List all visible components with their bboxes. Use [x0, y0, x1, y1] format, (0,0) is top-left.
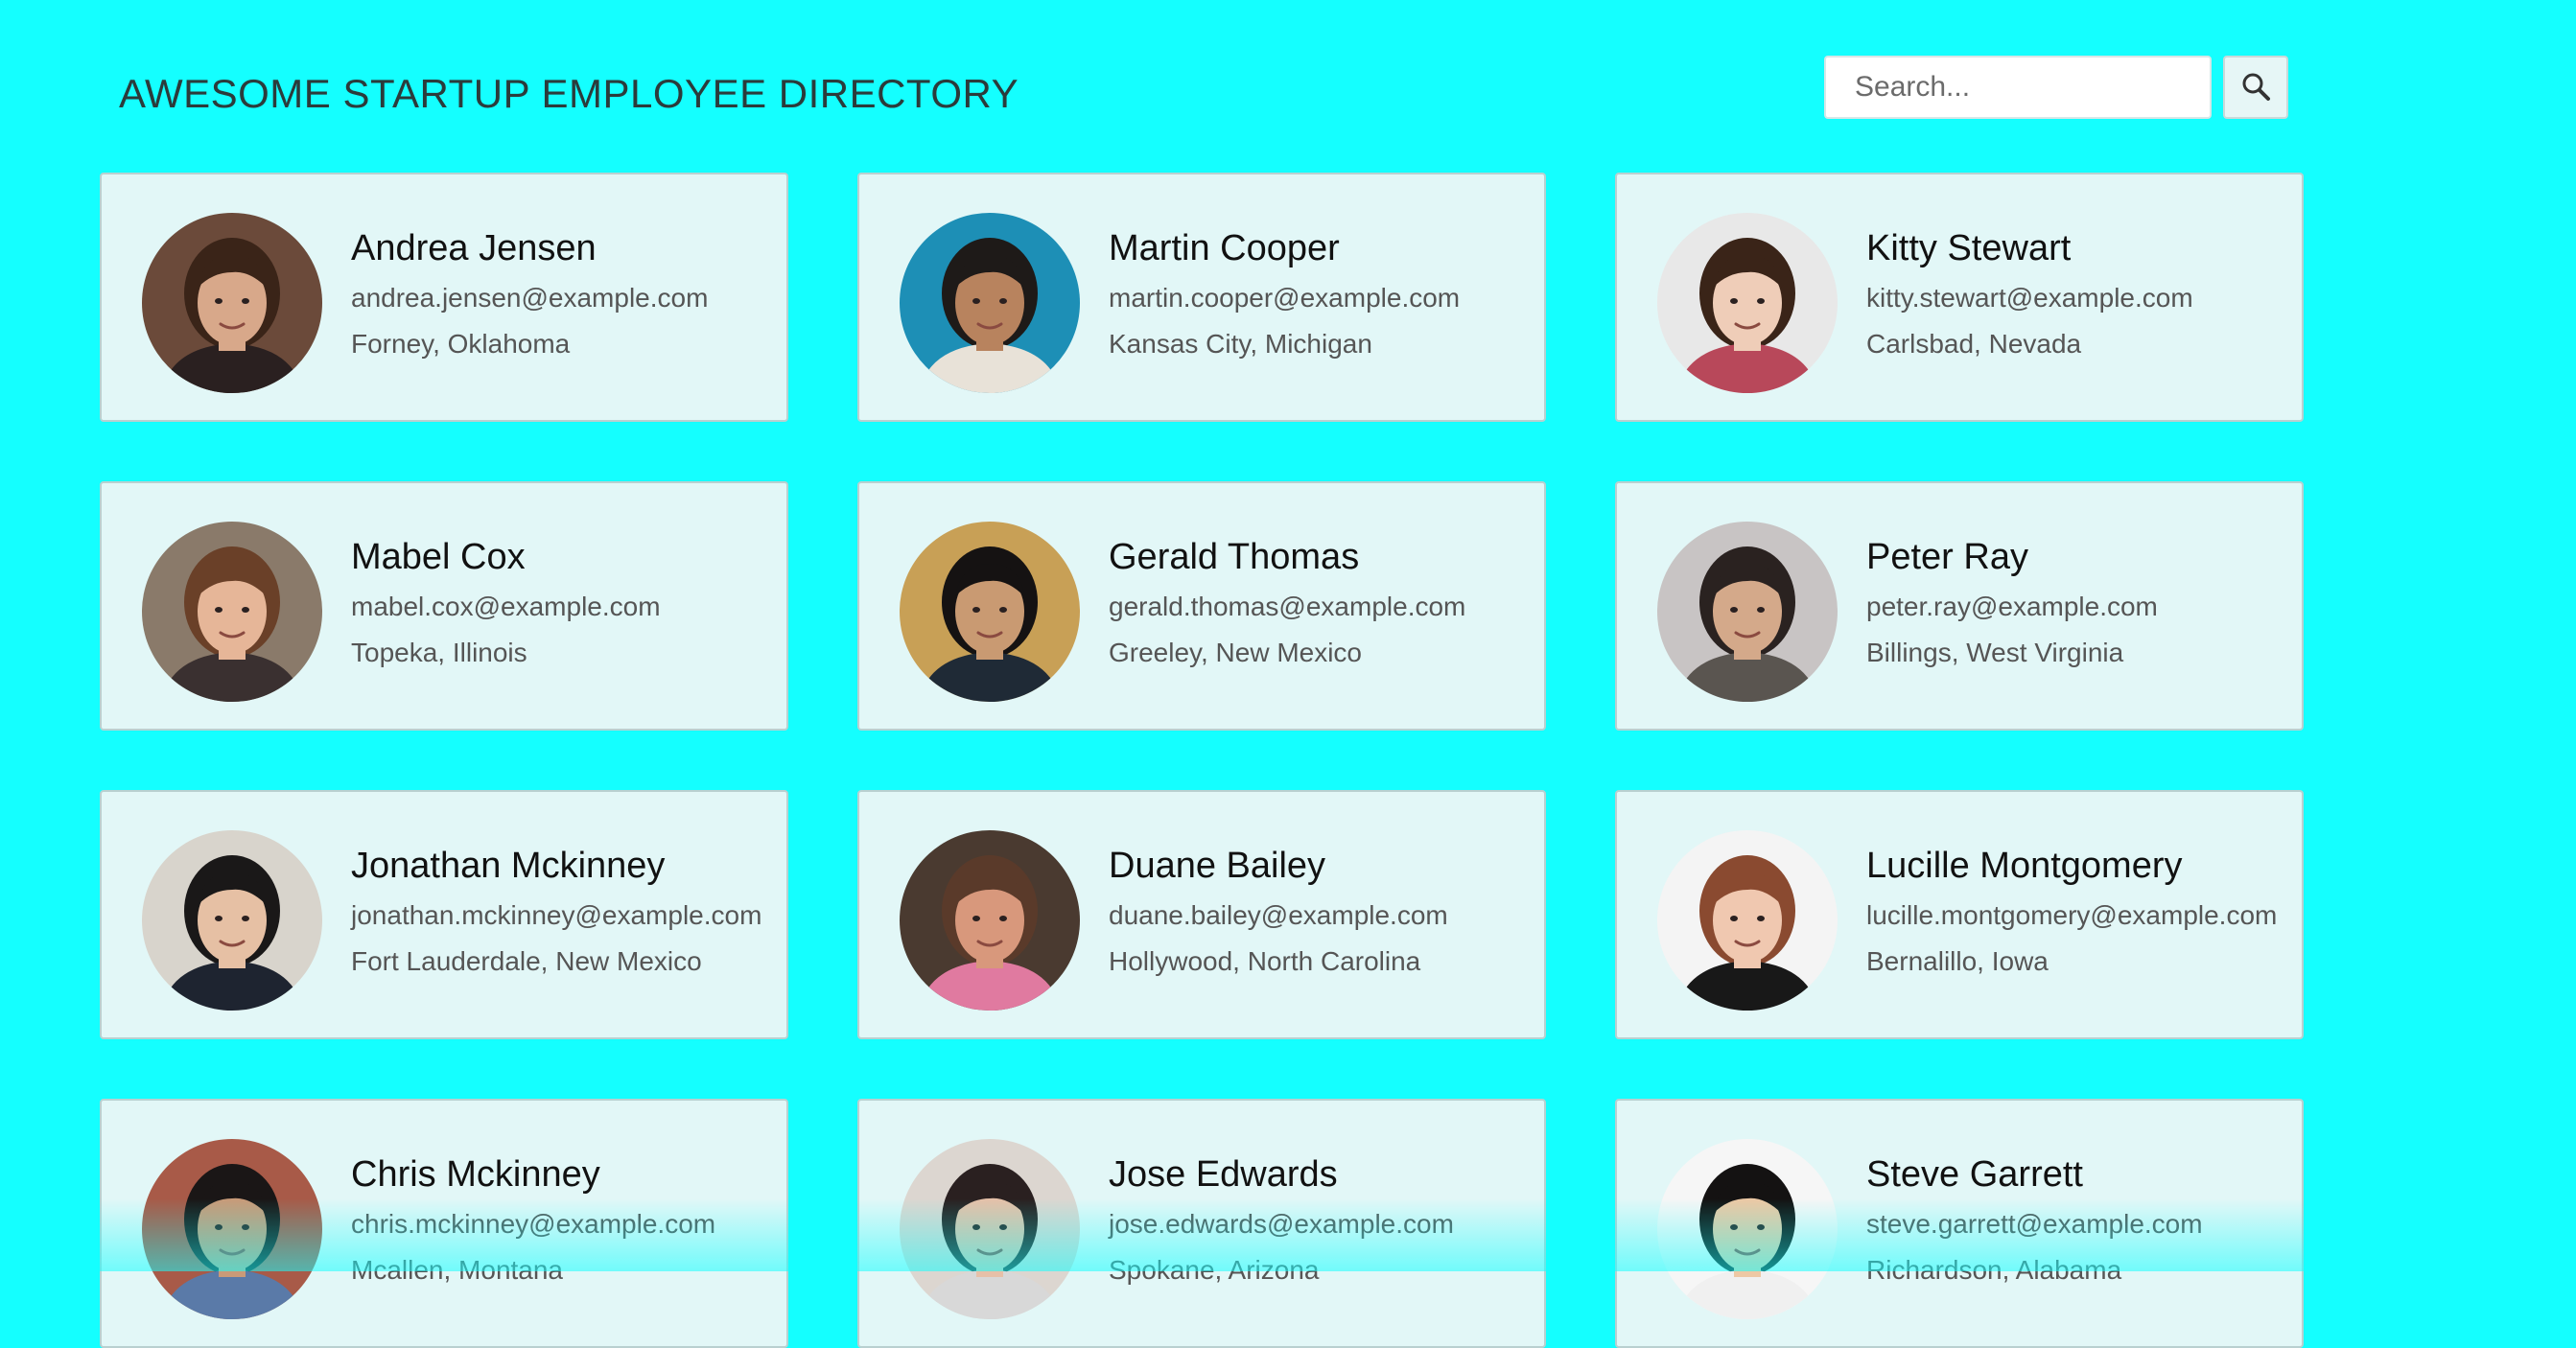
employee-info: Duane Bailey duane.bailey@example.com Holl…: [1109, 846, 1448, 977]
employee-info: Jose Edwards jose.edwards@example.com Spok…: [1109, 1154, 1454, 1286]
employee-avatar: [1657, 830, 1838, 1011]
employee-location: Mcallen, Montana: [351, 1255, 564, 1285]
employee-info: Mabel Cox mabel.cox@example.com Topeka, Il…: [351, 537, 661, 668]
employee-info: Peter Ray peter.ray@example.com Billings, …: [1866, 537, 2158, 668]
employee-info: Gerald Thomas gerald.thomas@example.com Gr…: [1109, 537, 1465, 668]
employee-location: Forney, Oklahoma: [351, 329, 571, 359]
employee-avatar: [142, 213, 322, 393]
employee-avatar: [142, 522, 322, 702]
employee-name: Lucille Montgomery: [1866, 846, 2183, 886]
employee-name: Steve Garrett: [1866, 1154, 2083, 1195]
employee-card[interactable]: Gerald Thomas gerald.thomas@example.com Gr…: [857, 481, 1546, 731]
employee-card[interactable]: Lucille Montgomery lucille.montgomery@exa…: [1615, 790, 2304, 1039]
employee-email: peter.ray@example.com: [1866, 592, 2158, 621]
employee-name: Jose Edwards: [1109, 1154, 1338, 1195]
employee-email: steve.garrett@example.com: [1866, 1209, 2203, 1239]
employee-name: Chris Mckinney: [351, 1154, 600, 1195]
employee-grid: Andrea Jensen andrea.jensen@example.com Fo…: [100, 173, 2304, 1348]
employee-info: Lucille Montgomery lucille.montgomery@exa…: [1866, 846, 2277, 977]
employee-email: duane.bailey@example.com: [1109, 900, 1448, 930]
employee-avatar: [900, 1139, 1080, 1319]
employee-avatar: [142, 830, 322, 1011]
employee-email: gerald.thomas@example.com: [1109, 592, 1466, 621]
employee-location: Carlsbad, Nevada: [1866, 329, 2082, 359]
employee-avatar: [1657, 1139, 1838, 1319]
employee-card[interactable]: Chris Mckinney chris.mckinney@example.com…: [100, 1099, 788, 1348]
search-input[interactable]: [1824, 56, 2212, 119]
employee-email: lucille.montgomery@example.com: [1866, 900, 2278, 930]
employee-location: Hollywood, North Carolina: [1109, 946, 1421, 976]
employee-name: Duane Bailey: [1109, 846, 1326, 886]
employee-info: Martin Cooper martin.cooper@example.com Ka…: [1109, 228, 1460, 360]
employee-name: Andrea Jensen: [351, 228, 597, 268]
employee-name: Kitty Stewart: [1866, 228, 2072, 268]
employee-card[interactable]: Jonathan Mckinney jonathan.mckinney@examp…: [100, 790, 788, 1039]
employee-name: Peter Ray: [1866, 537, 2028, 577]
employee-info: Jonathan Mckinney jonathan.mckinney@examp…: [351, 846, 761, 977]
employee-location: Greeley, New Mexico: [1109, 638, 1363, 667]
employee-name: Jonathan Mckinney: [351, 846, 666, 886]
employee-email: jose.edwards@example.com: [1109, 1209, 1454, 1239]
employee-card[interactable]: Mabel Cox mabel.cox@example.com Topeka, Il…: [100, 481, 788, 731]
employee-location: Spokane, Arizona: [1109, 1255, 1320, 1285]
search-bar: [1824, 56, 2288, 119]
employee-location: Billings, West Virginia: [1866, 638, 2124, 667]
employee-avatar: [1657, 213, 1838, 393]
employee-card[interactable]: Duane Bailey duane.bailey@example.com Holl…: [857, 790, 1546, 1039]
employee-email: mabel.cox@example.com: [351, 592, 661, 621]
employee-avatar: [900, 522, 1080, 702]
employee-location: Kansas City, Michigan: [1109, 329, 1372, 359]
employee-avatar: [1657, 522, 1838, 702]
employee-name: Mabel Cox: [351, 537, 526, 577]
employee-name: Martin Cooper: [1109, 228, 1340, 268]
employee-email: chris.mckinney@example.com: [351, 1209, 716, 1239]
employee-card[interactable]: Steve Garrett steve.garrett@example.com Ri…: [1615, 1099, 2304, 1348]
employee-email: martin.cooper@example.com: [1109, 283, 1461, 313]
employee-location: Bernalillo, Iowa: [1866, 946, 2049, 976]
employee-location: Topeka, Illinois: [351, 638, 527, 667]
search-button[interactable]: [2223, 56, 2288, 119]
employee-name: Gerald Thomas: [1109, 537, 1360, 577]
employee-location: Richardson, Alabama: [1866, 1255, 2122, 1285]
employee-info: Kitty Stewart kitty.stewart@example.com Ca…: [1866, 228, 2193, 360]
employee-email: jonathan.mckinney@example.com: [351, 900, 762, 930]
page-header: AWESOME STARTUP EMPLOYEE DIRECTORY: [0, 0, 2576, 153]
employee-card[interactable]: Martin Cooper martin.cooper@example.com Ka…: [857, 173, 1546, 422]
employee-avatar: [900, 830, 1080, 1011]
employee-card[interactable]: Kitty Stewart kitty.stewart@example.com Ca…: [1615, 173, 2304, 422]
employee-email: kitty.stewart@example.com: [1866, 283, 2193, 313]
employee-card[interactable]: Andrea Jensen andrea.jensen@example.com Fo…: [100, 173, 788, 422]
employee-info: Andrea Jensen andrea.jensen@example.com Fo…: [351, 228, 708, 360]
employee-avatar: [900, 213, 1080, 393]
employee-location: Fort Lauderdale, New Mexico: [351, 946, 702, 976]
employee-card[interactable]: Peter Ray peter.ray@example.com Billings, …: [1615, 481, 2304, 731]
employee-card[interactable]: Jose Edwards jose.edwards@example.com Spok…: [857, 1099, 1546, 1348]
page-title: AWESOME STARTUP EMPLOYEE DIRECTORY: [119, 71, 1019, 116]
employee-info: Chris Mckinney chris.mckinney@example.com…: [351, 1154, 715, 1286]
magnifier-icon: [2239, 70, 2272, 105]
employee-avatar: [142, 1139, 322, 1319]
employee-email: andrea.jensen@example.com: [351, 283, 709, 313]
employee-info: Steve Garrett steve.garrett@example.com Ri…: [1866, 1154, 2203, 1286]
